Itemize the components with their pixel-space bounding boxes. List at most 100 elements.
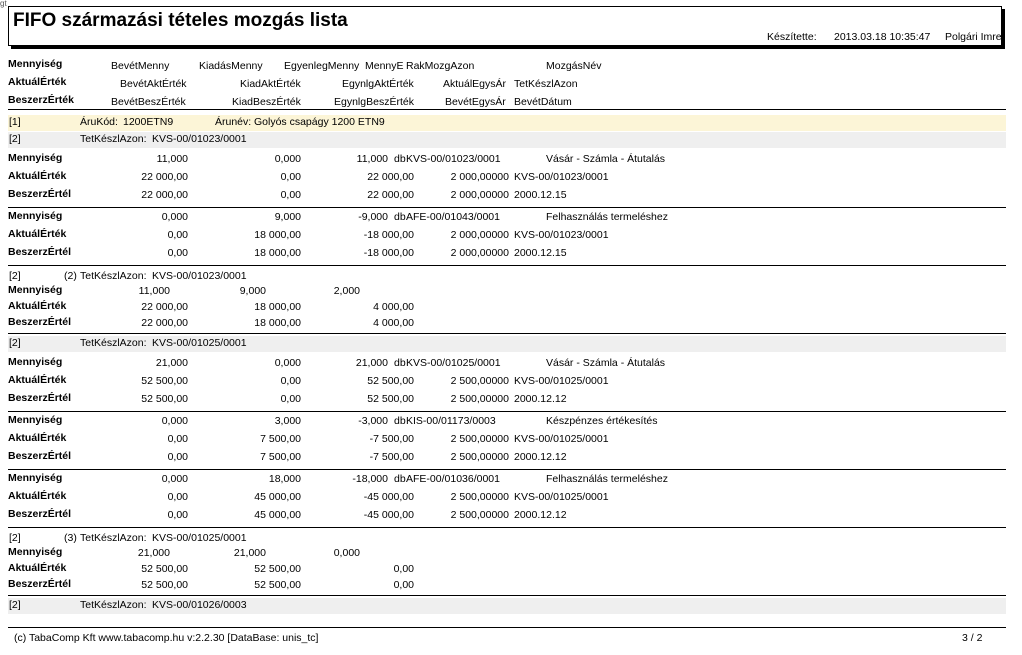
header-bevetbeszertek: BevétBeszÉrték [111, 96, 186, 108]
item-name: Golyós csapágy 1200 ETN9 [254, 116, 385, 128]
cell: 21,000 [155, 357, 188, 369]
header-tetkeszlazon: TetKészlAzon [514, 78, 578, 90]
cell: 0,000 [274, 153, 301, 165]
item-code: 1200ETN9 [123, 116, 174, 128]
cell: 7 500,00 [260, 451, 301, 463]
cell: 7 500,00 [260, 433, 301, 445]
summary-cell: 22 000,00 [141, 301, 188, 313]
cell: 2 000,00000 [450, 229, 509, 241]
cell: KVS-00/01023/0001 [514, 229, 609, 241]
cell: db [394, 473, 406, 485]
summary-cell: 4 000,00 [373, 317, 414, 329]
header-mozgasnev: MozgásNév [546, 60, 602, 72]
row-label-aktual: AktuálÉrték [8, 432, 67, 444]
item-band: [1] ÁruKód: 1200ETN9 Árunév: Golyós csap… [8, 115, 1006, 131]
summary-stock-id: KVS-00/01023/0001 [152, 270, 247, 282]
row-label-mennyiseg: Mennyiség [8, 546, 63, 558]
cell: 18 000,00 [254, 229, 301, 241]
header-label-aktual: AktuálÉrték [8, 76, 67, 88]
summary-divider [8, 595, 1006, 596]
cell: 0,00 [280, 393, 301, 405]
row-label-aktual: AktuálÉrték [8, 562, 67, 574]
row-label-aktual: AktuálÉrték [8, 170, 67, 182]
summary-cell: 11,000 [138, 285, 170, 297]
cell: -9,000 [358, 211, 388, 223]
row-label-mennyiseg: Mennyiség [8, 414, 63, 426]
summary-cell: 52 500,00 [141, 579, 188, 591]
created-datetime: 2013.03.18 10:35:47 [834, 31, 931, 43]
cell: 2000.12.12 [514, 509, 567, 521]
cell: 3,000 [274, 415, 301, 427]
cell: 11,000 [356, 153, 388, 165]
corner-mark: gt [0, 0, 7, 8]
summary-cell: 0,00 [393, 563, 414, 575]
movement-divider [8, 527, 1006, 528]
cell: 52 500,00 [367, 375, 414, 387]
cell: 18,000 [268, 473, 301, 485]
header-egynlgbeszertek: EgynlgBeszÉrték [334, 96, 414, 108]
header-divider [8, 109, 1006, 110]
row-label-aktual: AktuálÉrték [8, 374, 67, 386]
cell: 52 500,00 [141, 375, 188, 387]
cell: -45 000,00 [363, 491, 414, 503]
cell: 0,00 [280, 375, 301, 387]
summary-cell: 0,000 [333, 547, 360, 559]
cell: 0,00 [167, 229, 188, 241]
band-label: TetKészlAzon: [80, 133, 147, 145]
row-label-mennyiseg: Mennyiség [8, 472, 63, 484]
header-kiadbeszertek: KiadBeszÉrték [232, 96, 301, 108]
header-mennye: MennyE [365, 60, 404, 72]
report-title: FIFO származási tételes mozgás lista [13, 10, 348, 31]
header-aktualegysar: AktuálEgysÁr [443, 78, 507, 90]
footer-page-number: 3 / 2 [962, 632, 983, 644]
cell: KVS-00/01025/0001 [514, 433, 609, 445]
summary-cell: 52 500,00 [141, 563, 188, 575]
cell: 2000.12.12 [514, 451, 567, 463]
item-name-label: Árunév: [215, 116, 252, 128]
band-label: TetKészlAzon: [80, 337, 147, 349]
cell: 22 000,00 [141, 171, 188, 183]
cell: 2 500,00000 [450, 451, 509, 463]
cell: -3,000 [358, 415, 388, 427]
cell: 0,00 [167, 247, 188, 259]
movement-divider [8, 207, 1006, 208]
summary-num: [2] [9, 532, 21, 544]
cell: 0,00 [167, 491, 188, 503]
cell: 45 000,00 [254, 509, 301, 521]
cell: KVS-00/01023/0001 [406, 153, 501, 165]
row-label-beszerz: BeszerzÉrtél [8, 450, 72, 462]
cell: -7 500,00 [369, 433, 414, 445]
cell: KVS-00/01025/0001 [514, 491, 609, 503]
summary-count: (2) [64, 270, 77, 282]
cell: 0,000 [274, 357, 301, 369]
row-label-mennyiseg: Mennyiség [8, 356, 63, 368]
cell: Vásár - Számla - Átutalás [546, 357, 666, 369]
band-stock-id: KVS-00/01023/0001 [152, 133, 247, 145]
header-kiadasmenny: KiadásMenny [199, 60, 263, 72]
band-label: TetKészlAzon: [80, 599, 147, 611]
cell: 0,00 [167, 451, 188, 463]
summary-cell: 21,000 [233, 547, 266, 559]
cell: 2000.12.15 [514, 247, 567, 259]
cell: -45 000,00 [363, 509, 414, 521]
cell: 2 500,00000 [450, 375, 509, 387]
movement-divider [8, 265, 1006, 266]
cell: 2 000,00000 [450, 189, 509, 201]
cell: AFE-00/01043/0001 [406, 211, 500, 223]
cell: 0,00 [280, 189, 301, 201]
summary-label: TetKészlAzon: [80, 270, 147, 282]
footer-divider [8, 627, 1006, 628]
row-label-aktual: AktuálÉrték [8, 228, 67, 240]
cell: Felhasználás termeléshez [546, 211, 668, 223]
cell: db [394, 153, 406, 165]
summary-cell: 9,000 [239, 285, 266, 297]
cell: 2 500,00000 [450, 509, 509, 521]
header-bevetegysar: BevétEgysÁr [445, 96, 506, 108]
summary-label: TetKészlAzon: [80, 532, 147, 544]
cell: 0,000 [161, 211, 188, 223]
header-label-beszerz: BeszerzÉrték [8, 94, 74, 106]
row-label-beszerz: BeszerzÉrtél [8, 316, 72, 328]
band-stock-id: KVS-00/01026/0003 [152, 599, 247, 611]
cell: KIS-00/01173/0003 [406, 415, 496, 427]
summary-count: (3) [64, 532, 77, 544]
